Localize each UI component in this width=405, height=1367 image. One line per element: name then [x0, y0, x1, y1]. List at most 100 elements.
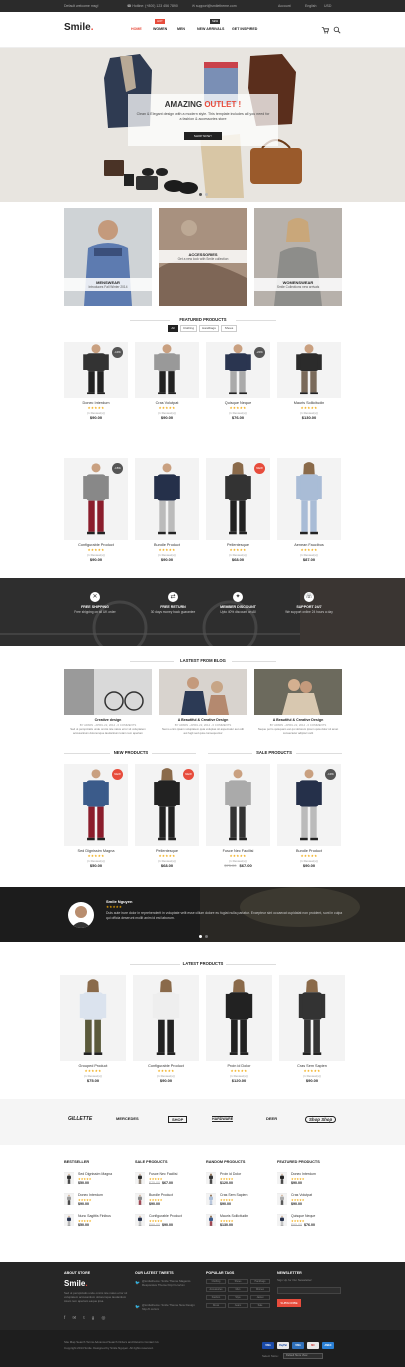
tab-all[interactable]: All	[168, 325, 178, 332]
slider-dot[interactable]	[205, 935, 208, 938]
shop-now-button[interactable]: SHOP NOW !	[184, 132, 222, 140]
list-item-name[interactable]: Bundle Product	[149, 1193, 173, 1197]
nav-women[interactable]: WOMEN	[153, 27, 167, 31]
product-name[interactable]: Bundle Product	[277, 849, 341, 853]
category-womenswear[interactable]: WOMENSWEAR Smile Collections new arrival…	[254, 208, 342, 306]
list-item-image[interactable]	[64, 1172, 74, 1184]
list-item-name[interactable]: Quisque Neque	[291, 1214, 315, 1218]
brand-logo[interactable]: GILLETTE	[68, 1116, 92, 1122]
blog-title[interactable]: A Beautiful & Creative Design	[159, 718, 247, 722]
logo[interactable]: Smile.	[64, 22, 93, 33]
product-image[interactable]	[279, 975, 345, 1061]
social-icons[interactable]: f ✉ t g ◎	[64, 1315, 108, 1321]
list-item-image[interactable]	[277, 1214, 287, 1226]
blog-title[interactable]: A Beautiful & Creative Design	[254, 718, 342, 722]
list-item-image[interactable]	[206, 1193, 216, 1205]
brand-logo[interactable]: DEER	[266, 1116, 277, 1121]
tag-link[interactable]: Clothing	[206, 1279, 226, 1284]
tag-link[interactable]: Sale	[250, 1303, 270, 1308]
category-menswear[interactable]: MENSWEAR Introduces Fall Winter 2014	[64, 208, 152, 306]
product-image[interactable]	[135, 342, 199, 398]
list-item-image[interactable]	[206, 1214, 216, 1226]
slider-dot[interactable]	[205, 193, 208, 196]
tab-shoes[interactable]: Shoes	[221, 325, 237, 332]
tag-link[interactable]: Men	[228, 1287, 248, 1292]
search-icon[interactable]	[333, 26, 341, 34]
subscribe-button[interactable]: SUBSCRIBE	[277, 1299, 301, 1307]
product-image[interactable]	[206, 975, 272, 1061]
tab-handbags[interactable]: Handbags	[199, 325, 219, 332]
list-item-name[interactable]: Sed Dignissim Magna	[78, 1172, 112, 1176]
category-accessories[interactable]: ACCESSORIES Get a new look with Smile co…	[159, 208, 247, 306]
tag-link[interactable]: Style	[228, 1295, 248, 1300]
list-item-name[interactable]: Cras Sem Sapien	[220, 1193, 247, 1197]
tag-link[interactable]: Dress	[206, 1303, 226, 1308]
list-item-image[interactable]	[277, 1172, 287, 1184]
list-item-image[interactable]	[64, 1214, 74, 1226]
blog-image[interactable]	[64, 669, 152, 715]
tag-link[interactable]: Handbags	[250, 1279, 270, 1284]
product-name[interactable]: Cras Sem Sapien	[279, 1064, 345, 1068]
footer-links[interactable]: Site Map Search Terms Advanced Search Or…	[64, 1340, 254, 1344]
product-name[interactable]: Pellentesque	[206, 543, 270, 547]
product-name[interactable]: Pellentesque	[135, 849, 199, 853]
product-name[interactable]: Donec Interdum	[64, 401, 128, 405]
slider-dot[interactable]	[199, 193, 202, 196]
product-image[interactable]	[135, 458, 199, 540]
tag-link[interactable]: Fashion	[206, 1295, 226, 1300]
product-name[interactable]: Fusce Nec Facilisi	[206, 849, 270, 853]
product-image[interactable]	[206, 764, 270, 846]
product-name[interactable]: Sed Dignissim Magna	[64, 849, 128, 853]
list-item-name[interactable]: Mauris Sollicitudin	[220, 1214, 248, 1218]
tag-link[interactable]: Accessories	[206, 1287, 226, 1292]
list-item-name[interactable]: Nunc Sagittis Finibus	[78, 1214, 111, 1218]
list-item-image[interactable]	[64, 1193, 74, 1205]
brand-logo[interactable]: HARDWARE	[212, 1116, 234, 1122]
nav-new-arrivals[interactable]: NEW ARRIVALS	[197, 27, 224, 31]
list-item-name[interactable]: Donec Interdum	[291, 1172, 316, 1176]
nav-home[interactable]: HOME	[131, 27, 142, 31]
product-image[interactable]	[60, 975, 126, 1061]
product-image[interactable]	[277, 458, 341, 540]
list-item-image[interactable]	[135, 1214, 145, 1226]
product-name[interactable]: Cras Volutpat	[135, 401, 199, 405]
product-name[interactable]: Mauris Sollicitudin	[277, 401, 341, 405]
product-image[interactable]	[133, 975, 199, 1061]
product-name[interactable]: Configurable Product	[64, 543, 128, 547]
list-item-name[interactable]: Cras Volutpat	[291, 1193, 312, 1197]
slider-dot[interactable]	[199, 935, 202, 938]
blog-image[interactable]	[159, 669, 247, 715]
footer-logo[interactable]: Smile.	[64, 1279, 88, 1288]
product-name[interactable]: Quisque Neque	[206, 401, 270, 405]
list-item-name[interactable]: Configurable Product	[149, 1214, 182, 1218]
list-item-name[interactable]: Fusce Nec Facilisi	[149, 1172, 177, 1176]
tag-link[interactable]: Shoes	[228, 1279, 248, 1284]
list-item-image[interactable]	[277, 1193, 287, 1205]
store-select[interactable]: Default Store View	[283, 1353, 323, 1359]
tab-clothing[interactable]: Clothing	[180, 325, 197, 332]
tag-link[interactable]: Jacket	[250, 1295, 270, 1300]
product-name[interactable]: Bundle Product	[135, 543, 199, 547]
list-item-image[interactable]	[135, 1172, 145, 1184]
tag-link[interactable]: Women	[250, 1287, 270, 1292]
product-image[interactable]	[277, 342, 341, 398]
blog-title[interactable]: Creative design	[64, 718, 152, 722]
blog-image[interactable]	[254, 669, 342, 715]
list-item-image[interactable]	[206, 1172, 216, 1184]
list-item-name[interactable]: Donec Interdum	[78, 1193, 103, 1197]
list-item-image[interactable]	[135, 1193, 145, 1205]
product-name[interactable]: Proin id Dolor	[206, 1064, 272, 1068]
nav-men[interactable]: MEN	[177, 27, 185, 31]
nav-get-inspired[interactable]: GET INSPIRED	[232, 27, 257, 31]
tag-link[interactable]: Jeans	[228, 1303, 248, 1308]
product-name[interactable]: Aenean Faucibus	[277, 543, 341, 547]
cart-icon[interactable]	[321, 26, 330, 34]
product-name[interactable]: Configurable Product	[133, 1064, 199, 1068]
account-link[interactable]: Account	[278, 0, 291, 12]
language-select[interactable]: English	[305, 0, 316, 12]
brand-logo[interactable]: MERCEDES	[116, 1116, 139, 1121]
newsletter-email-input[interactable]	[277, 1287, 341, 1294]
brand-logo[interactable]: SHOP	[168, 1116, 188, 1123]
email-link[interactable]: ✉ support@smiletheme.com	[192, 0, 237, 12]
product-name[interactable]: Grouped Product	[60, 1064, 126, 1068]
